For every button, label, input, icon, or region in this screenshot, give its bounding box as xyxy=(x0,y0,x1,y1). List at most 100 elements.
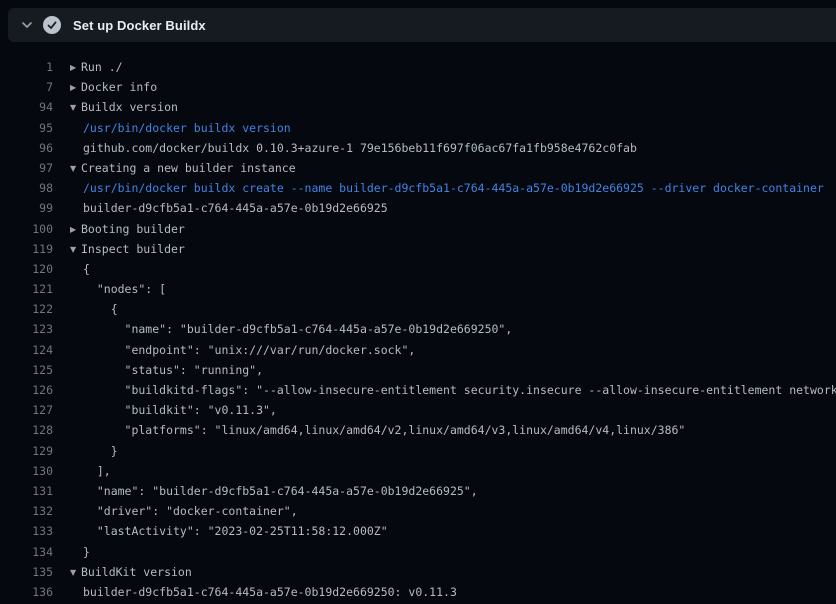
log-line: 125 "status": "running", xyxy=(0,360,836,380)
group-title: Buildx version xyxy=(81,100,178,114)
log-text: "endpoint": "unix:///var/run/docker.sock… xyxy=(83,340,415,360)
line-number[interactable]: 7 xyxy=(0,77,53,97)
log-line: 122 { xyxy=(0,299,836,319)
log-line: 130 ], xyxy=(0,461,836,481)
log-line: 123 "name": "builder-d9cfb5a1-c764-445a-… xyxy=(0,319,836,339)
log-text: ], xyxy=(83,461,111,481)
line-number[interactable]: 122 xyxy=(0,299,53,319)
log-group-header[interactable]: ▼Buildx version xyxy=(70,97,178,117)
log-line: 98/usr/bin/docker buildx create --name b… xyxy=(0,178,836,198)
log-text: { xyxy=(83,259,90,279)
log-line: 99 builder-d9cfb5a1-c764-445a-a57e-0b19d2… xyxy=(0,198,836,218)
log-group-header[interactable]: ▼BuildKit version xyxy=(70,562,192,582)
line-number[interactable]: 97 xyxy=(0,158,53,178)
log-text: } xyxy=(83,542,90,562)
line-number[interactable]: 124 xyxy=(0,340,53,360)
log-text: "lastActivity": "2023-02-25T11:58:12.000… xyxy=(83,521,388,541)
log-line: 134} xyxy=(0,542,836,562)
line-number[interactable]: 127 xyxy=(0,400,53,420)
line-number[interactable]: 134 xyxy=(0,542,53,562)
line-number[interactable]: 128 xyxy=(0,420,53,440)
log-text: "name": "builder-d9cfb5a1-c764-445a-a57e… xyxy=(83,319,512,339)
chevron-down-icon: ▼ xyxy=(70,563,81,582)
log-text: /usr/bin/docker buildx create --name bui… xyxy=(83,178,824,198)
line-number[interactable]: 132 xyxy=(0,501,53,521)
line-number[interactable]: 100 xyxy=(0,219,53,239)
step-title: Set up Docker Buildx xyxy=(73,18,206,33)
log-text: "buildkitd-flags": "--allow-insecure-ent… xyxy=(83,380,836,400)
log-group-line: 7 ▶Docker info xyxy=(0,77,836,97)
line-number[interactable]: 136 xyxy=(0,582,53,602)
line-number[interactable]: 96 xyxy=(0,138,53,158)
line-number[interactable]: 135 xyxy=(0,562,53,582)
log-line: 136 builder-d9cfb5a1-c764-445a-a57e-0b19d… xyxy=(0,582,836,602)
line-number[interactable]: 126 xyxy=(0,380,53,400)
log-text: { xyxy=(83,299,118,319)
log-text: builder-d9cfb5a1-c764-445a-a57e-0b19d2e6… xyxy=(83,582,457,602)
log-group-header[interactable]: ▼Creating a new builder instance xyxy=(70,158,296,178)
log-group-line: 97 ▼Creating a new builder instance xyxy=(0,158,836,178)
chevron-down-icon: ▼ xyxy=(70,159,81,178)
log-group-header[interactable]: ▶Docker info xyxy=(70,77,157,97)
line-number[interactable]: 125 xyxy=(0,360,53,380)
log-text: "name": "builder-d9cfb5a1-c764-445a-a57e… xyxy=(83,481,478,501)
chevron-right-icon: ▶ xyxy=(70,78,81,97)
log-line: 124 "endpoint": "unix:///var/run/docker.… xyxy=(0,340,836,360)
log-text: "status": "running", xyxy=(83,360,263,380)
chevron-down-icon: ▼ xyxy=(70,240,81,259)
log-line: 131 "name": "builder-d9cfb5a1-c764-445a-… xyxy=(0,481,836,501)
chevron-right-icon: ▶ xyxy=(70,58,81,77)
line-number[interactable]: 131 xyxy=(0,481,53,501)
log-group-line: 100 ▶Booting builder xyxy=(0,219,836,239)
group-title: Docker info xyxy=(81,80,157,94)
chevron-down-icon[interactable] xyxy=(20,18,34,32)
line-number[interactable]: 95 xyxy=(0,118,53,138)
log-group-line: 135 ▼BuildKit version xyxy=(0,562,836,582)
log-group-line: 1 ▶Run ./ xyxy=(0,57,836,77)
group-title: BuildKit version xyxy=(81,565,192,579)
log-text: github.com/docker/buildx 0.10.3+azure-1 … xyxy=(83,138,637,158)
line-number[interactable]: 133 xyxy=(0,521,53,541)
log-line: 120 { xyxy=(0,259,836,279)
log-container: 1▶Run ./7▶Docker info94▼Buildx version95… xyxy=(0,42,836,604)
log-text: "platforms": "linux/amd64,linux/amd64/v2… xyxy=(83,420,685,440)
log-line: 132 "driver": "docker-container", xyxy=(0,501,836,521)
log-group-header[interactable]: ▼Inspect builder xyxy=(70,239,185,259)
log-line: 95/usr/bin/docker buildx version xyxy=(0,118,836,138)
group-title: Booting builder xyxy=(81,222,185,236)
log-text: builder-d9cfb5a1-c764-445a-a57e-0b19d2e6… xyxy=(83,198,388,218)
line-number[interactable]: 130 xyxy=(0,461,53,481)
log-group-line: 94 ▼Buildx version xyxy=(0,97,836,117)
log-line: 127 "buildkit": "v0.11.3", xyxy=(0,400,836,420)
line-number[interactable]: 121 xyxy=(0,279,53,299)
log-lines: 1▶Run ./7▶Docker info94▼Buildx version95… xyxy=(0,57,836,602)
group-title: Run ./ xyxy=(81,60,123,74)
log-line: 128 "platforms": "linux/amd64,linux/amd6… xyxy=(0,420,836,440)
log-text: "driver": "docker-container", xyxy=(83,501,298,521)
chevron-right-icon: ▶ xyxy=(70,220,81,239)
log-line: 133 "lastActivity": "2023-02-25T11:58:12… xyxy=(0,521,836,541)
line-number[interactable]: 119 xyxy=(0,239,53,259)
log-text: "buildkit": "v0.11.3", xyxy=(83,400,277,420)
log-text: } xyxy=(83,441,118,461)
log-group-header[interactable]: ▶Run ./ xyxy=(70,57,123,77)
check-circle-icon xyxy=(43,16,61,34)
line-number[interactable]: 120 xyxy=(0,259,53,279)
line-number[interactable]: 123 xyxy=(0,319,53,339)
log-line: 126 "buildkitd-flags": "--allow-insecure… xyxy=(0,380,836,400)
log-group-header[interactable]: ▶Booting builder xyxy=(70,219,185,239)
line-number[interactable]: 94 xyxy=(0,97,53,117)
line-number[interactable]: 129 xyxy=(0,441,53,461)
group-title: Inspect builder xyxy=(81,242,185,256)
log-text: "nodes": [ xyxy=(83,279,166,299)
log-line: 96 github.com/docker/buildx 0.10.3+azure-… xyxy=(0,138,836,158)
log-group-line: 119 ▼Inspect builder xyxy=(0,239,836,259)
group-title: Creating a new builder instance xyxy=(81,161,296,175)
line-number[interactable]: 1 xyxy=(0,57,53,77)
log-text: /usr/bin/docker buildx version xyxy=(83,118,291,138)
chevron-down-icon: ▼ xyxy=(70,98,81,117)
line-number[interactable]: 98 xyxy=(0,178,53,198)
workflow-log-panel: Set up Docker Buildx 1▶Run ./7▶Docker in… xyxy=(0,0,836,604)
line-number[interactable]: 99 xyxy=(0,198,53,218)
step-header[interactable]: Set up Docker Buildx xyxy=(8,8,836,42)
